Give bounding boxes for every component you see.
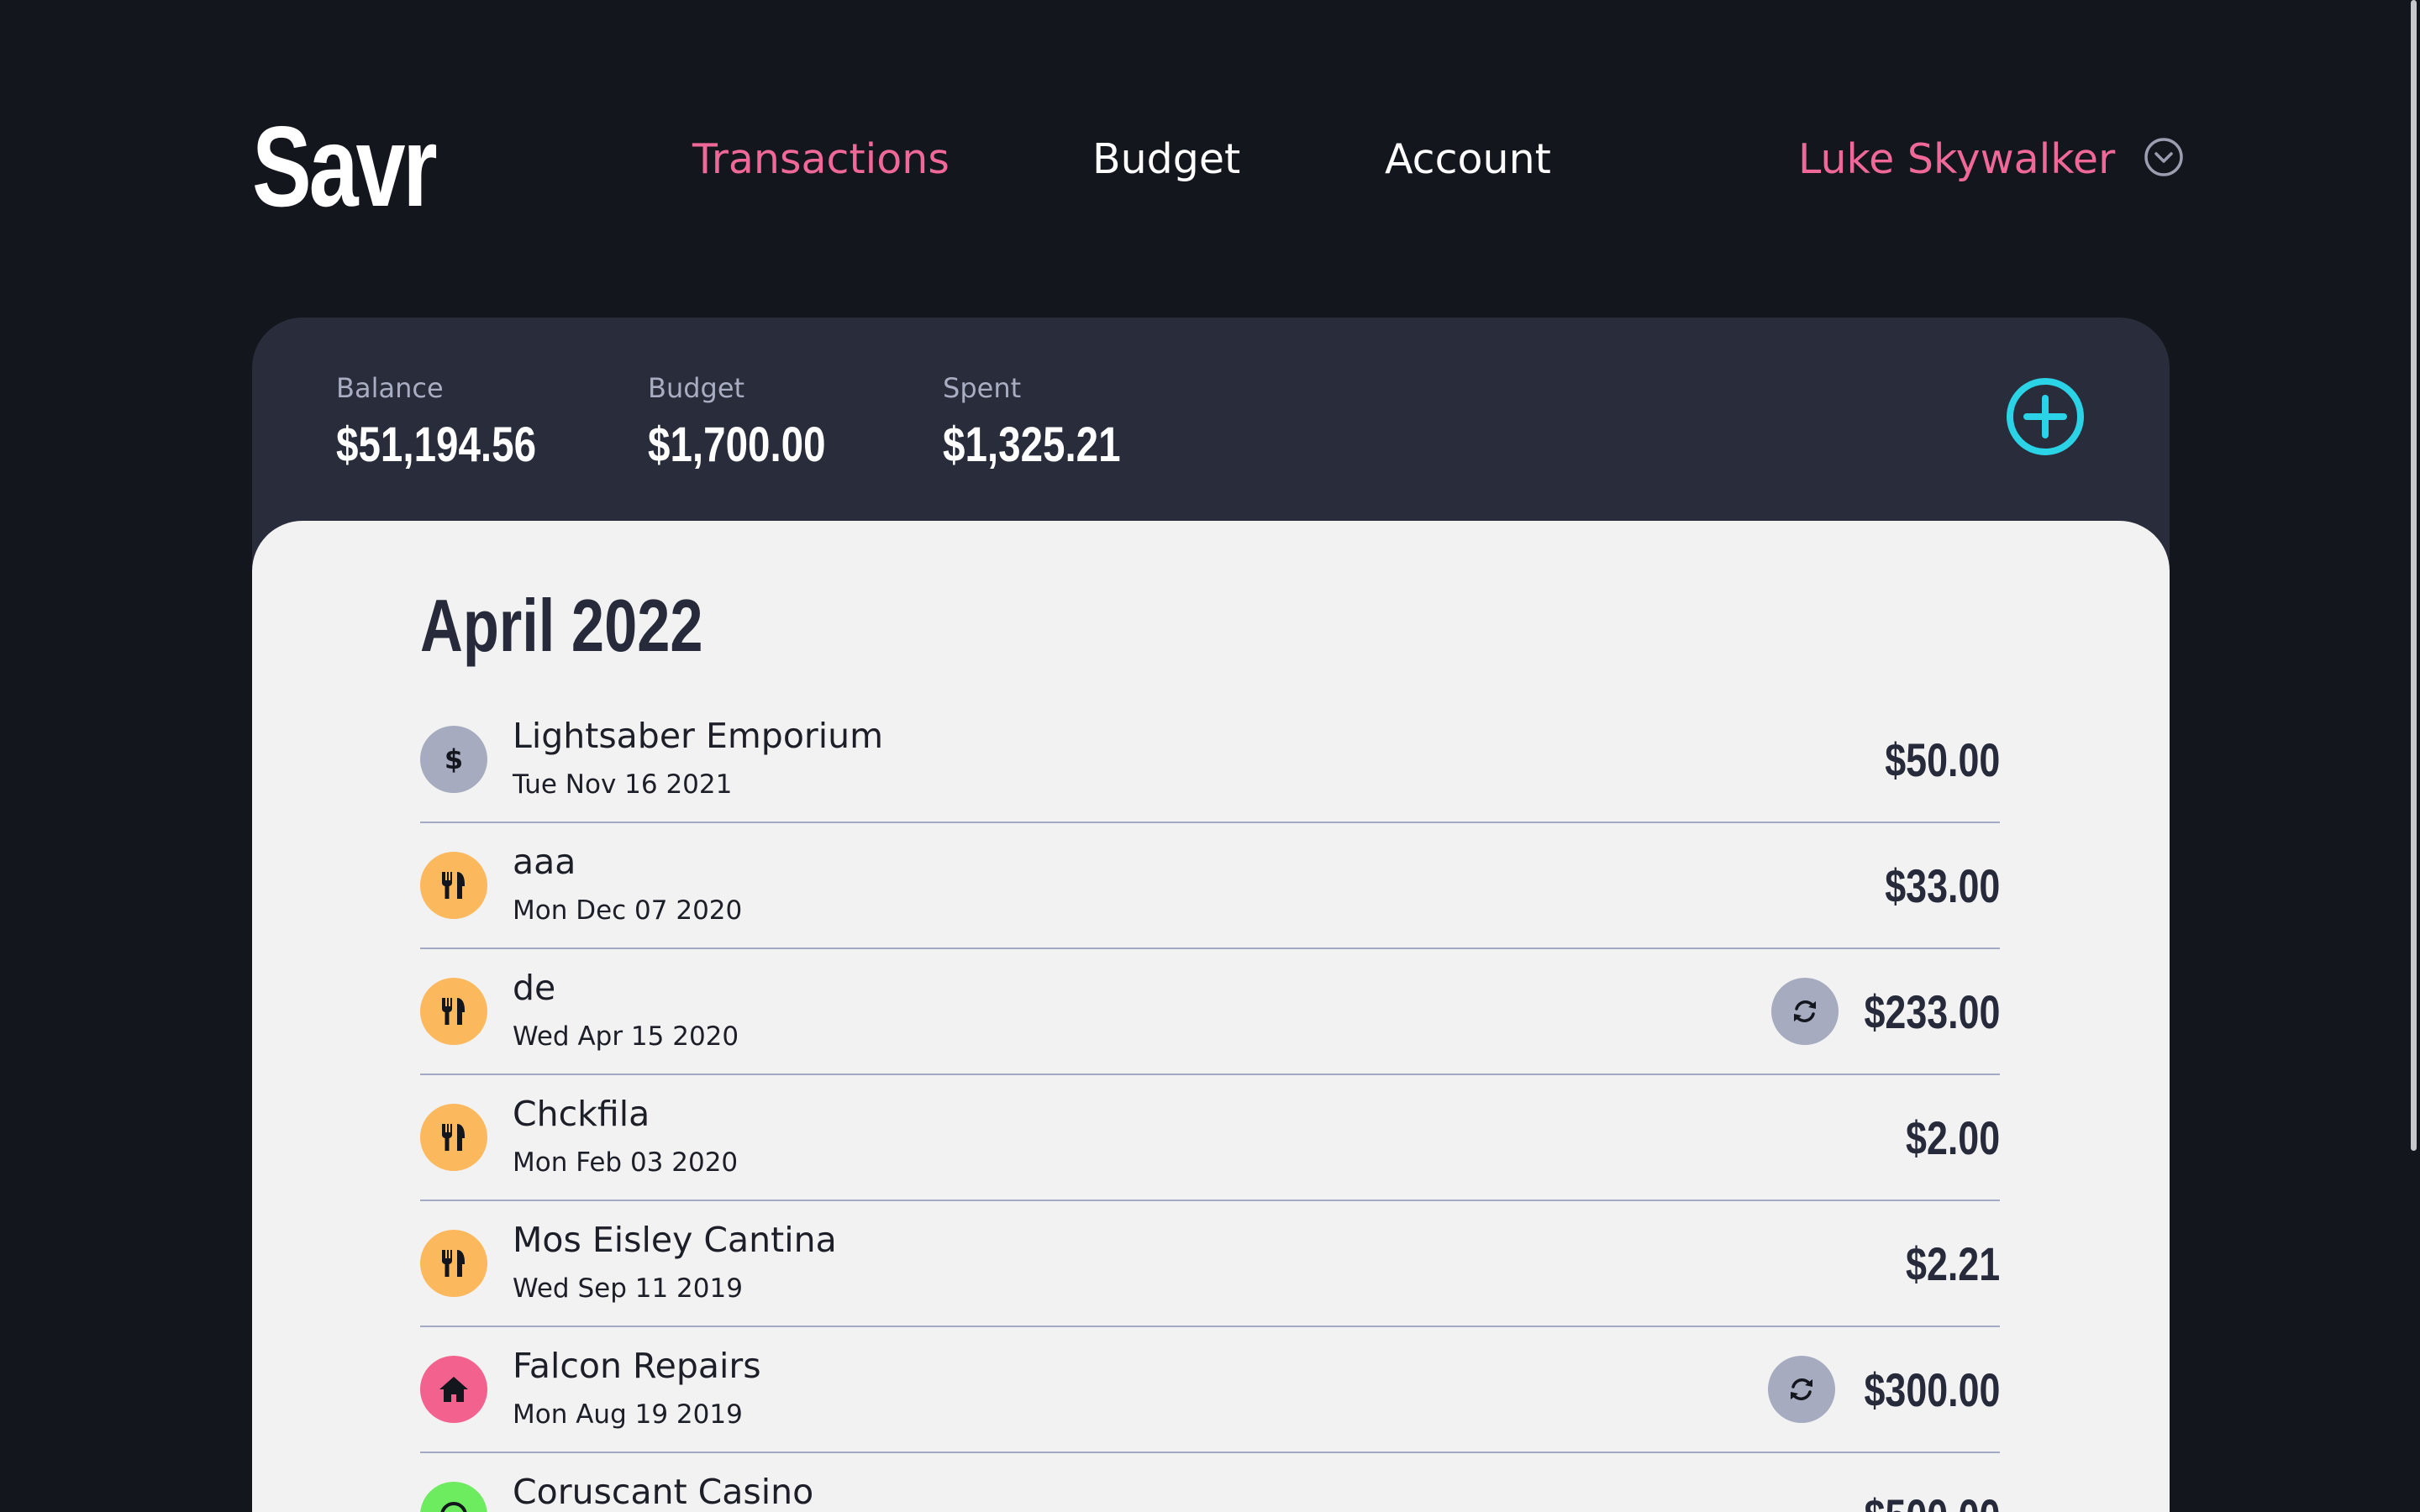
transaction-name: aaa — [513, 842, 576, 882]
utensils-icon — [420, 1230, 487, 1297]
scrollbar-thumb[interactable] — [2411, 0, 2417, 1151]
transaction-date: Mon Dec 07 2020 — [513, 895, 743, 926]
transaction-amount: $2.21 — [1905, 1237, 2000, 1290]
recurring-icon[interactable] — [1771, 978, 1839, 1045]
spent-value: $1,325.21 — [943, 417, 1121, 472]
recurring-icon[interactable] — [1768, 1356, 1835, 1423]
transaction-row[interactable]: aaa Mon Dec 07 2020 $33.00 — [420, 823, 2000, 949]
headphones-icon — [420, 1482, 487, 1512]
utensils-icon — [420, 1104, 487, 1171]
transaction-name: de — [513, 968, 556, 1008]
svg-text:$: $ — [445, 743, 463, 775]
transaction-amount: $2.00 — [1905, 1111, 2000, 1164]
budget-stat: Budget $1,700.00 — [648, 370, 865, 477]
transaction-list: $ Lightsaber Emporium Tue Nov 16 2021 $5… — [420, 697, 2000, 1512]
spent-stat: Spent $1,325.21 — [943, 370, 1160, 477]
transaction-row[interactable]: Falcon Repairs Mon Aug 19 2019 $300.00 — [420, 1327, 2000, 1453]
transaction-amount: $500.00 — [1864, 1487, 2000, 1512]
spent-label: Spent — [943, 372, 1022, 404]
budget-label: Budget — [648, 372, 745, 404]
month-title: April 2022 — [420, 584, 703, 667]
balance-value: $51,194.56 — [336, 417, 537, 472]
budget-value: $1,700.00 — [648, 417, 826, 472]
transaction-amount: $233.00 — [1864, 985, 2000, 1038]
transaction-amount: $50.00 — [1884, 733, 2000, 786]
balance-label: Balance — [336, 372, 444, 404]
transaction-date: Wed Sep 11 2019 — [513, 1273, 743, 1304]
utensils-icon — [420, 852, 487, 919]
transaction-row[interactable]: Coruscant Casino $500.00 — [420, 1453, 2000, 1512]
transaction-name: Lightsaber Emporium — [513, 716, 884, 756]
transaction-name: Coruscant Casino — [513, 1472, 814, 1512]
nav-budget[interactable]: Budget — [1092, 133, 1240, 186]
transaction-amount: $33.00 — [1884, 859, 2000, 912]
transaction-row[interactable]: Chckfila Mon Feb 03 2020 $2.00 — [420, 1075, 2000, 1201]
app-logo[interactable]: Savr — [252, 99, 438, 234]
transaction-date: Tue Nov 16 2021 — [513, 769, 733, 800]
user-name[interactable]: Luke Skywalker — [1798, 133, 2115, 186]
nav-account[interactable]: Account — [1385, 133, 1551, 186]
dollar-icon: $ — [420, 726, 487, 793]
transaction-name: Mos Eisley Cantina — [513, 1220, 837, 1260]
transaction-date: Mon Feb 03 2020 — [513, 1147, 739, 1178]
transaction-name: Falcon Repairs — [513, 1346, 761, 1386]
transaction-row[interactable]: $ Lightsaber Emporium Tue Nov 16 2021 $5… — [420, 697, 2000, 823]
transaction-row[interactable]: de Wed Apr 15 2020 $233.00 — [420, 949, 2000, 1075]
home-icon — [420, 1356, 487, 1423]
utensils-icon — [420, 978, 487, 1045]
transaction-amount: $300.00 — [1864, 1363, 2000, 1416]
transactions-card: April 2022 $ Lightsaber Emporium Tue Nov… — [252, 521, 2170, 1512]
transaction-date: Mon Aug 19 2019 — [513, 1399, 743, 1430]
transaction-row[interactable]: Mos Eisley Cantina Wed Sep 11 2019 $2.21 — [420, 1201, 2000, 1327]
transaction-date: Wed Apr 15 2020 — [513, 1021, 739, 1052]
transaction-name: Chckfila — [513, 1094, 650, 1134]
chevron-down-circle-icon[interactable] — [2144, 137, 2184, 177]
balance-stat: Balance $51,194.56 — [336, 370, 580, 477]
page-scrollbar[interactable] — [2405, 0, 2420, 1512]
user-menu[interactable]: Luke Skywalker — [1798, 133, 2184, 186]
nav-transactions[interactable]: Transactions — [692, 133, 950, 186]
add-transaction-button[interactable] — [2005, 376, 2086, 457]
